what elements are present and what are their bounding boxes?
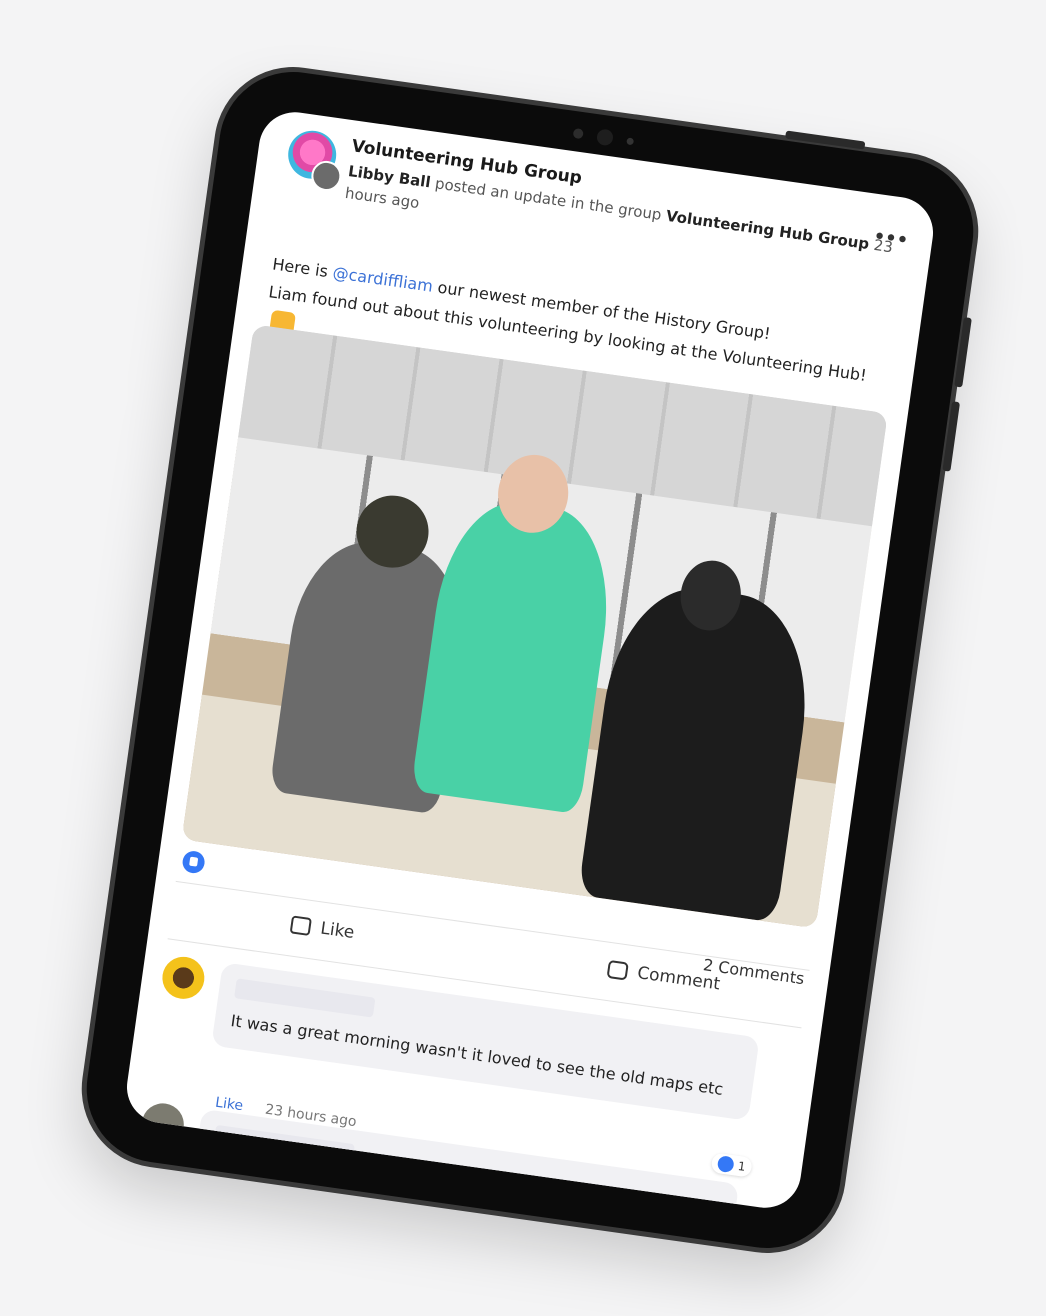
grinning-face-emoji-icon	[325, 1199, 351, 1213]
scene: Volunteering Hub Group Libby Ball posted…	[0, 0, 1046, 1316]
tablet-volume-up-button	[954, 317, 972, 388]
post-meta: Libby Ball posted an update in the group…	[344, 160, 924, 284]
thumbs-up-icon	[289, 915, 312, 936]
reaction-count: 1	[737, 1158, 747, 1174]
commenter-avatar[interactable]	[139, 1100, 187, 1149]
comment-bubble: Liam! Hope you had a good first day on t…	[187, 1108, 740, 1213]
like-button[interactable]: Like	[289, 914, 356, 944]
post-reactions[interactable]	[181, 849, 207, 877]
comment-text: Liam! Hope you had a good first day on t…	[205, 1155, 717, 1213]
screen: Volunteering Hub Group Libby Ball posted…	[122, 107, 938, 1213]
comment-text: It was a great morning wasn't it loved t…	[229, 1010, 725, 1099]
like-label: Like	[319, 918, 356, 944]
post-time: 23 hours ago	[343, 183, 894, 257]
comment-reactions[interactable]: 1	[710, 1152, 753, 1178]
tablet-camera	[572, 125, 635, 149]
commenter-name[interactable]	[213, 1124, 355, 1165]
commenter-avatar[interactable]	[159, 954, 208, 1002]
group-link[interactable]: Volunteering Hub Group	[665, 207, 870, 253]
tablet-device: Volunteering Hub Group Libby Ball posted…	[77, 62, 983, 1258]
tablet-volume-down-button	[942, 401, 961, 472]
like-reaction-icon	[181, 849, 207, 875]
tablet-top-button	[785, 130, 866, 150]
post-photo[interactable]	[181, 324, 888, 929]
comment-label: Comment	[636, 963, 722, 995]
comment-item: Liam! Hope you had a good first day on t…	[139, 1100, 779, 1213]
speech-bubble-icon	[606, 959, 629, 981]
like-reaction-icon	[717, 1155, 736, 1174]
